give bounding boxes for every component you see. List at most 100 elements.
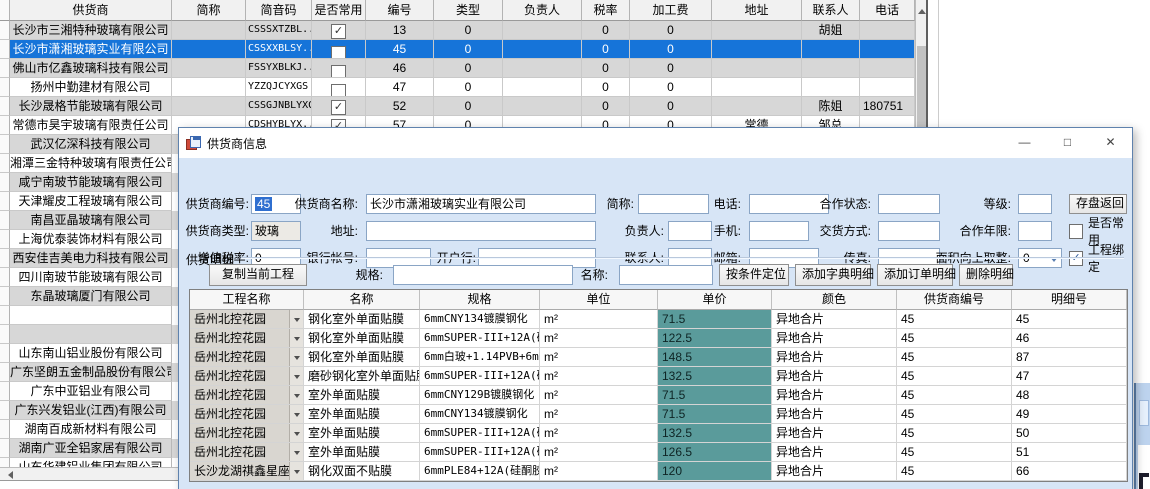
detail-row[interactable]: 岳州北控花园 钢化室外单面贴膜 6mmCNY134镀膜钢化 m² 71.5 异地… [190, 310, 1127, 329]
project-combo-cell[interactable]: 岳州北控花园 [190, 405, 304, 424]
name-filter-input[interactable] [619, 265, 713, 285]
detail-row[interactable]: 岳州北控花园 室外单面贴膜 6mmSUPER-III+12A(硅... m² 1… [190, 443, 1127, 462]
detail-row[interactable]: 岳州北控花园 磨砂钢化室外单面贴膜 6mmSUPER-III+12A(硅... … [190, 367, 1127, 386]
coop-years-input[interactable] [1018, 221, 1052, 241]
spec-filter-input[interactable] [393, 265, 573, 285]
combo-dropdown-button[interactable] [289, 329, 303, 347]
project-combo-cell[interactable]: 岳州北控花园 [190, 424, 304, 443]
scroll-up-icon[interactable] [918, 5, 926, 14]
supplier-list-item[interactable]: 广东坚朗五金制品股份有限公司 [0, 363, 178, 382]
supplier-list-item[interactable]: 咸宁南玻节能玻璃有限公司 [0, 173, 178, 192]
project-combo-cell[interactable]: 岳州北控花园 [190, 386, 304, 405]
often-used-checkbox-row[interactable]: 是否常用 [1069, 221, 1132, 241]
column-header-type[interactable]: 类型 [434, 0, 503, 21]
scroll-left-icon[interactable] [4, 471, 13, 479]
supplier-row[interactable]: 佛山市亿鑫玻璃科技有限公司 FSSYXBLKJ... 46 0 0 0 [0, 59, 915, 78]
column-header-manager[interactable]: 负责人 [503, 0, 582, 21]
maximize-button[interactable]: □ [1046, 128, 1089, 158]
column-header-spec[interactable]: 规格 [420, 290, 540, 310]
project-combo-cell[interactable]: 岳州北控花园 [190, 367, 304, 386]
save-return-button[interactable]: 存盘返回 [1069, 194, 1127, 214]
add-order-detail-button[interactable]: 添加订单明细 [877, 264, 953, 286]
combo-dropdown-button[interactable] [289, 386, 303, 404]
combo-dropdown-button[interactable] [289, 462, 303, 480]
supplier-list-item[interactable] [0, 325, 178, 344]
supplier-row[interactable]: 长沙市潇湘玻璃实业有限公司 CSSXXBLSY... 45 0 0 0 [0, 40, 915, 59]
column-header-fee[interactable]: 加工费 [630, 0, 712, 21]
column-header-shortname[interactable]: 简称 [172, 0, 246, 21]
column-header-name[interactable]: 名称 [304, 290, 420, 310]
project-combo-cell[interactable]: 长沙龙湖祺鑫星座 [190, 462, 304, 481]
supplier-list-item[interactable]: 上海优泰装饰材料有限公司 [0, 230, 178, 249]
supplier-list-item[interactable]: 湖南广亚全铝家居有限公司 [0, 439, 178, 458]
supplier-list-item[interactable]: 湘潭三金特种玻璃有限责任公司 [0, 154, 178, 173]
common-checkbox[interactable]: ✓ [331, 100, 346, 115]
column-header-tax[interactable]: 税率 [582, 0, 630, 21]
copy-project-button[interactable]: 复制当前工程 [209, 264, 307, 286]
chevron-down-icon [294, 356, 300, 363]
detail-row[interactable]: 岳州北控花园 钢化室外单面贴膜 6mmSUPER-III+12A(硅... m²… [190, 329, 1127, 348]
detail-id-cell: 49 [1012, 405, 1127, 424]
supplier-list-item[interactable]: 广东中亚铝业有限公司 [0, 382, 178, 401]
column-header-phone[interactable]: 电话 [860, 0, 915, 21]
detail-row[interactable]: 岳州北控花园 室外单面贴膜 6mmSUPER-III+12A(硅... m² 1… [190, 424, 1127, 443]
column-header-id[interactable]: 编号 [366, 0, 434, 21]
common-checkbox[interactable]: ✓ [331, 24, 346, 39]
supplier-list-item[interactable]: 南昌亚晶玻璃有限公司 [0, 211, 178, 230]
combo-dropdown-button[interactable] [289, 348, 303, 366]
supplier-list-item[interactable]: 武汉亿深科技有限公司 [0, 135, 178, 154]
detail-row[interactable]: 长沙龙湖祺鑫星座 钢化双面不贴膜 6mmPLE84+12A(硅酮胶... m² … [190, 462, 1127, 481]
project-combo-cell[interactable]: 岳州北控花园 [190, 310, 304, 329]
horizontal-scrollbar[interactable] [0, 467, 178, 481]
supplier-list-item[interactable]: 四川南玻节能玻璃有限公司 [0, 268, 178, 287]
column-header-common[interactable]: 是否常用 [312, 0, 366, 21]
common-checkbox[interactable] [331, 46, 346, 60]
column-header-price[interactable]: 单价 [658, 290, 772, 310]
common-checkbox[interactable] [331, 84, 346, 98]
detail-row[interactable]: 岳州北控花园 室外单面贴膜 6mmCNY134镀膜钢化 m² 71.5 异地合片… [190, 405, 1127, 424]
column-header-contact[interactable]: 联系人 [802, 0, 860, 21]
project-combo-cell[interactable]: 岳州北控花园 [190, 348, 304, 367]
often-used-checkbox[interactable] [1069, 224, 1083, 239]
combo-dropdown-button[interactable] [289, 310, 303, 328]
common-checkbox[interactable] [331, 65, 346, 79]
combo-dropdown-button[interactable] [289, 443, 303, 461]
column-header-detail-id[interactable]: 明细号 [1012, 290, 1127, 310]
detail-row[interactable]: 岳州北控花园 室外单面贴膜 6mmCNY129B镀膜钢化 m² 71.5 异地合… [190, 386, 1127, 405]
column-header-supplier-id[interactable]: 供货商编号 [897, 290, 1012, 310]
project-combo-cell[interactable]: 岳州北控花园 [190, 329, 304, 348]
combo-dropdown-button[interactable] [289, 405, 303, 423]
supplier-list-item[interactable]: 西安佳吉美电力科技有限公司 [0, 249, 178, 268]
combo-dropdown-button[interactable] [289, 424, 303, 442]
column-header-unit[interactable]: 单位 [540, 290, 658, 310]
row-header-cell [0, 458, 10, 467]
supplier-list-item[interactable] [0, 306, 178, 325]
combo-dropdown-button[interactable] [289, 367, 303, 385]
supplier-list-item[interactable]: 天津耀皮工程玻璃有限公司 [0, 192, 178, 211]
supplier-list-item[interactable]: 广东兴发铝业(江西)有限公司 [0, 401, 178, 420]
supplier-list-item[interactable]: 湖南百成新材料有限公司 [0, 420, 178, 439]
detail-name-cell: 室外单面贴膜 [304, 405, 420, 424]
minimize-button[interactable]: — [1003, 128, 1046, 158]
column-header-address[interactable]: 地址 [712, 0, 802, 21]
address-input[interactable] [366, 221, 596, 241]
supplier-list-item[interactable]: 东晶玻璃厦门有限公司 [0, 287, 178, 306]
supplier-row[interactable]: 扬州中勤建材有限公司 YZZQJCYXGS 47 0 0 0 [0, 78, 915, 97]
grade-input[interactable] [1018, 194, 1052, 214]
supplier-row[interactable]: 长沙晟格节能玻璃有限公司 CSSGJNBLYXGS ✓ 52 0 0 0 陈姐 … [0, 97, 915, 116]
column-header-project[interactable]: 工程名称 [190, 290, 304, 310]
column-header-color[interactable]: 颜色 [772, 290, 897, 310]
supplier-row[interactable]: 长沙市三湘特种玻璃有限公司 CSSSXTZBL... ✓ 13 0 0 0 胡姐 [0, 21, 915, 40]
column-header-code[interactable]: 简音码 [246, 0, 312, 21]
project-combo-cell[interactable]: 岳州北控花园 [190, 443, 304, 462]
supplier-name-label: 供货商名称: [278, 194, 358, 214]
supplier-list-item[interactable]: 山东华建铝业集团有限公司 [0, 458, 178, 467]
add-dict-detail-button[interactable]: 添加字典明细 [795, 264, 871, 286]
delete-detail-button[interactable]: 删除明细 [959, 264, 1013, 286]
detail-row[interactable]: 岳州北控花园 钢化室外单面贴膜 6mm白玻+1.14PVB+6mm... m² … [190, 348, 1127, 367]
close-button[interactable]: ✕ [1089, 128, 1132, 158]
supplier-list-item[interactable]: 山东南山铝业股份有限公司 [0, 344, 178, 363]
dialog-titlebar[interactable]: 供货商信息 — □ ✕ [179, 128, 1132, 158]
locate-button[interactable]: 按条件定位 [719, 264, 789, 286]
column-header-supplier[interactable]: 供货商 [10, 0, 172, 21]
